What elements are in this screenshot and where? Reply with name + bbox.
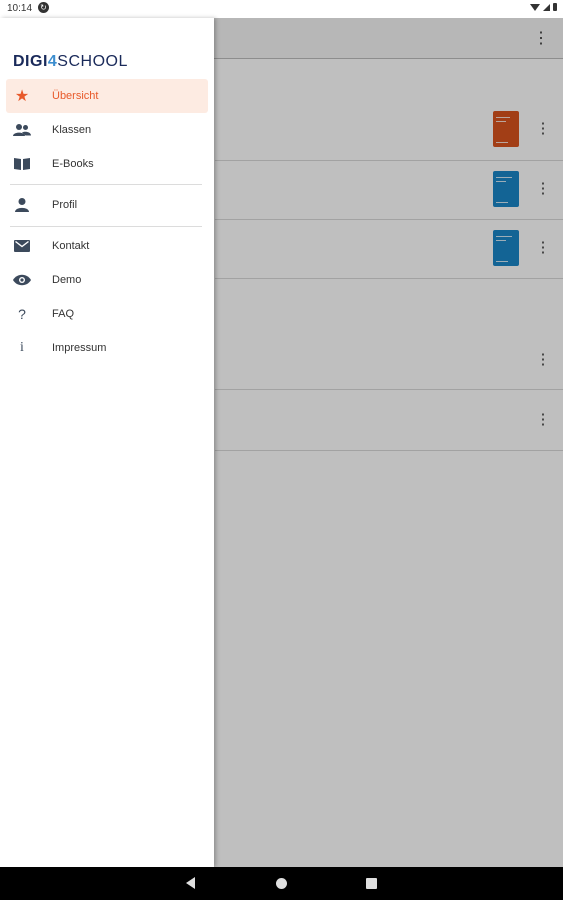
nav-item-kontakt[interactable]: Kontakt <box>6 229 208 263</box>
logo-part-digi: DIGI <box>13 53 48 70</box>
nav-item-impressum[interactable]: i Impressum <box>6 331 208 365</box>
nav-item-uebersicht[interactable]: ★ Übersicht <box>6 79 208 113</box>
recent-apps-icon[interactable] <box>366 878 377 889</box>
nav-item-label: Profil <box>52 199 78 211</box>
star-icon: ★ <box>14 88 30 105</box>
nav-item-ebooks[interactable]: E-Books <box>6 147 208 181</box>
battery-icon <box>553 3 557 11</box>
logo-part-4: 4 <box>47 53 58 70</box>
nav-item-label: Übersicht <box>52 90 99 102</box>
status-bar: 10:14 ↻ <box>0 0 563 18</box>
status-time: 10:14 <box>7 3 33 14</box>
system-navigation-bar <box>0 867 563 900</box>
logo-part-school: SCHOOL <box>57 53 128 70</box>
nav-item-label: Klassen <box>52 124 92 136</box>
nav-item-klassen[interactable]: Klassen <box>6 113 208 147</box>
question-icon: ? <box>18 306 26 322</box>
nav-item-profil[interactable]: Profil <box>6 188 208 222</box>
info-icon: i <box>20 340 24 355</box>
navigation-drawer: DIGI4SCHOOL ★ Übersicht Klassen E-Books … <box>0 18 214 867</box>
back-icon[interactable] <box>186 877 195 889</box>
system-icons <box>530 3 557 11</box>
sync-icon: ↻ <box>38 2 49 13</box>
nav-item-demo[interactable]: Demo <box>6 263 208 297</box>
home-icon[interactable] <box>276 878 287 889</box>
nav-item-label: E-Books <box>52 158 94 170</box>
mail-icon <box>13 237 31 255</box>
nav-item-label: Kontakt <box>52 240 90 252</box>
nav-item-label: FAQ <box>52 308 75 320</box>
nav-item-faq[interactable]: ? FAQ <box>6 297 208 331</box>
people-icon <box>13 121 31 139</box>
signal-icon <box>543 3 550 11</box>
digi4school-logo: DIGI4SCHOOL <box>13 53 128 71</box>
book-icon <box>13 155 31 173</box>
drawer-divider <box>10 226 202 227</box>
drawer-divider <box>10 184 202 185</box>
eye-icon <box>13 271 31 289</box>
person-icon <box>13 196 31 214</box>
nav-item-label: Impressum <box>52 342 107 354</box>
wifi-icon <box>530 3 540 11</box>
nav-item-label: Demo <box>52 274 82 286</box>
